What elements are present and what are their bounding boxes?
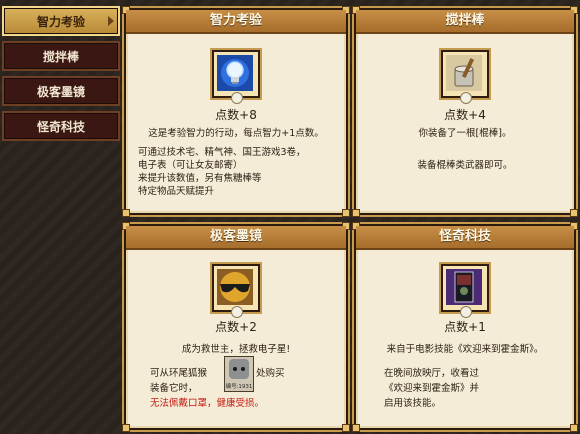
sidebar-item-stirring-stick[interactable]: 搅拌棒 [2,41,120,71]
npc-id-label: 编号:1931 [225,384,253,390]
description-line: 特定物品天赋提升 [138,186,215,197]
sidebar-item-weird-tech[interactable]: 怪奇科技 [2,111,120,141]
item-icon-frame [212,50,260,104]
item-icon-frame [212,264,260,318]
sidebar-item-intelligence-test[interactable]: 智力考验 [2,6,120,36]
points-value: 点数+4 [444,108,486,122]
sidebar: 智力考验 搅拌棒 极客墨镜 怪奇科技 [2,6,120,146]
sidebar-item-label: 搅拌棒 [42,49,79,64]
description-line: 装备它时， [150,383,198,394]
description-line: 处购买 [256,368,285,379]
card-title: 怪奇科技 [356,226,574,250]
description-line: 你装备了一根[棍棒]。 [418,128,512,139]
card-title: 极客墨镜 [126,226,346,250]
movie-card-icon [446,269,484,307]
description-line: 可通过技术宅、精气神、国王游戏3卷， [138,147,306,158]
item-icon-frame [441,264,489,318]
card-stirring-stick: 搅拌棒 点数+4 你装备了一根[棍棒]。 装备棍棒类武器即可。 [352,6,578,217]
description-line: 成为救世主，拯救电子星! [181,344,291,355]
item-slot-dot [231,306,243,318]
card-title: 智力考验 [126,10,346,34]
description-line: 电子表（可让女友邮寄） [138,160,243,171]
item-slot-dot [231,92,243,104]
item-slot-dot [460,92,472,104]
card-intelligence-test: 智力考验 点数+8 这是考验智力的行动，每点智力+1点数。 可通过技术宅、精气神… [122,6,350,217]
description-line: 来提升该数值，另有焦糖棒等 [138,173,262,184]
warning-line: 无法佩戴口罩，健康受损。 [150,398,265,409]
sidebar-item-label: 怪奇科技 [36,119,85,134]
description-line: 来自于电影技能《欢迎来到霍金斯》。 [386,344,544,355]
sunglasses-icon [217,269,255,307]
card-geek-sunglasses: 极客墨镜 点数+2 成为救世主，拯救电子星! 可从环尾狐猴 编号:1931 处购… [122,222,350,432]
item-slot-dot [460,306,472,318]
points-value: 点数+1 [444,320,486,334]
description-line: 启用该技能。 [384,398,442,409]
sidebar-item-geek-sunglasses[interactable]: 极客墨镜 [2,76,120,106]
description-line: 《欢迎来到霍金斯》并 [384,383,480,394]
card-title: 搅拌棒 [356,10,574,34]
points-value: 点数+2 [215,320,257,334]
points-value: 点数+8 [215,108,257,122]
item-icon-frame [441,50,489,104]
sidebar-item-label: 极客墨镜 [36,84,85,99]
light-bulb-icon [217,55,255,93]
description-line: 可从环尾狐猴 [150,368,208,379]
description-line: 这是考验智力的行动，每点智力+1点数。 [148,128,324,139]
card-weird-tech: 怪奇科技 点数+1 来自于电影技能《欢迎来到霍金斯》。 在晚间放映厅，收看过 《… [352,222,578,432]
description-line: 装备棍棒类武器即可。 [417,160,513,171]
sidebar-item-label: 智力考验 [36,14,85,29]
stirring-stick-icon [446,55,484,93]
ring-tailed-lemur-npc-icon: 编号:1931 [224,356,254,392]
description-line: 在晚间放映厅，收看过 [384,368,480,379]
